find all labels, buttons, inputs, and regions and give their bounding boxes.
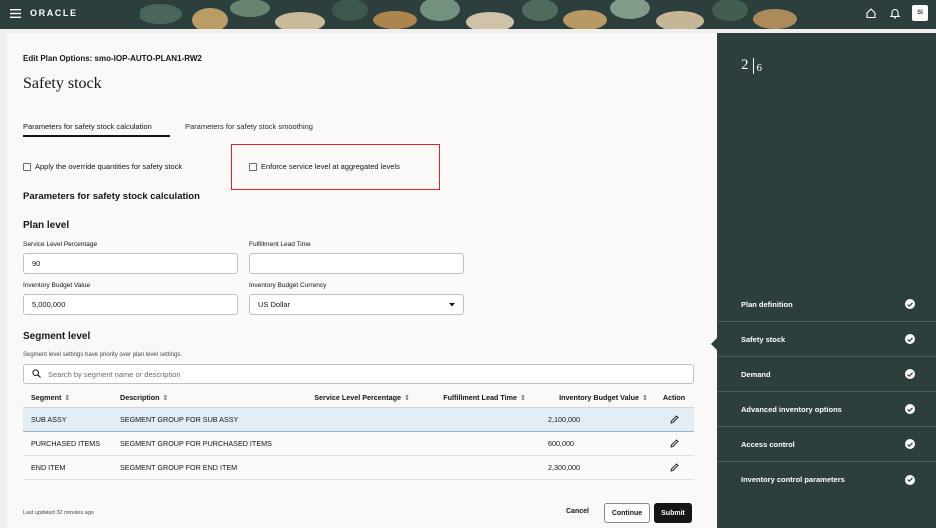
- column-header-service-level[interactable]: Service Level Percentage ⇕: [289, 393, 414, 402]
- table-header: Segment ⇕ Description ⇕ Service Level Perc…: [23, 388, 694, 408]
- segment-search-input[interactable]: Search by segment name or description: [23, 364, 694, 384]
- train-stop-access-control[interactable]: Access control: [717, 427, 936, 462]
- service-level-input[interactable]: 90: [23, 253, 238, 274]
- cell-description: SEGMENT GROUP FOR PURCHASED ITEMS: [120, 439, 272, 448]
- table-row[interactable]: PURCHASED ITEMS SEGMENT GROUP FOR PURCHA…: [23, 432, 694, 456]
- train-stop-advanced-inventory[interactable]: Advanced inventory options: [717, 392, 936, 427]
- segment-level-note: Segment level settings have priority ove…: [23, 352, 183, 358]
- avatar[interactable]: SI: [912, 5, 928, 21]
- service-level-label: Service Level Percentage: [23, 241, 98, 248]
- edit-pencil-icon[interactable]: [654, 415, 694, 424]
- train-stop-label: Access control: [741, 439, 795, 449]
- tab-safety-stock-smoothing[interactable]: Parameters for safety stock smoothing: [185, 122, 313, 131]
- column-header-budget[interactable]: Inventory Budget Value ⇕: [532, 393, 654, 402]
- step-indicator: 2 6: [741, 57, 762, 74]
- page-title: Safety stock: [23, 75, 102, 92]
- total-steps-number: 6: [756, 62, 763, 74]
- budget-currency-select[interactable]: US Dollar: [249, 294, 464, 315]
- caret-down-icon: [449, 300, 455, 309]
- override-quantities-checkbox[interactable]: Apply the override quantities for safety…: [23, 162, 182, 171]
- train-stop-label: Plan definition: [741, 299, 793, 309]
- cell-budget: 600,000: [548, 439, 574, 448]
- column-header-description[interactable]: Description ⇕: [113, 393, 289, 402]
- service-level-value: 90: [32, 259, 41, 268]
- fulfillment-lead-time-input[interactable]: [249, 253, 464, 274]
- check-circle-icon: [905, 404, 915, 414]
- train-stop-label: Demand: [741, 369, 771, 379]
- oracle-logo[interactable]: ORACLE: [30, 8, 78, 18]
- last-updated-text: Last updated 32 minutes ago: [23, 510, 94, 516]
- column-header-lead-time[interactable]: Fulfillment Lead Time ⇕: [414, 393, 532, 402]
- cell-budget: 2,100,000: [548, 415, 580, 424]
- check-circle-icon: [905, 369, 915, 379]
- train-stop-label: Advanced inventory options: [741, 404, 842, 414]
- cancel-button[interactable]: Cancel: [562, 506, 593, 517]
- step-separator: [752, 58, 754, 74]
- checkbox-label: Apply the override quantities for safety…: [35, 162, 183, 171]
- search-icon: [32, 368, 41, 380]
- submit-button[interactable]: Submit: [654, 503, 692, 523]
- cell-budget: 2,300,000: [548, 463, 580, 472]
- sort-icon: ⇕: [162, 393, 169, 402]
- train-stop-inventory-control[interactable]: Inventory control parameters: [717, 462, 936, 497]
- current-step-number: 2: [741, 57, 749, 73]
- budget-value: 5,000,000: [32, 300, 66, 309]
- section-title: Parameters for safety stock calculation: [23, 191, 200, 202]
- tab-selected-indicator: [23, 135, 170, 137]
- sort-icon: ⇕: [641, 393, 648, 402]
- table-row[interactable]: SUB ASSY SEGMENT GROUP FOR SUB ASSY 2,10…: [23, 408, 694, 432]
- sort-icon: ⇕: [64, 393, 71, 402]
- edit-plan-title: Edit Plan Options: smo-IOP-AUTO-PLAN1-RW…: [23, 54, 202, 63]
- sort-icon: ⇕: [403, 393, 410, 402]
- check-circle-icon: [905, 299, 915, 309]
- guided-process-train: 2 6 Plan definition Safety stock Demand …: [711, 33, 936, 528]
- checkbox-box[interactable]: [249, 162, 257, 171]
- search-placeholder: Search by segment name or description: [48, 369, 181, 379]
- segment-table: Segment ⇕ Description ⇕ Service Level Perc…: [23, 388, 694, 480]
- checkbox-label: Enforce service level at aggregated leve…: [261, 162, 400, 171]
- check-circle-icon: [905, 439, 915, 449]
- edit-pencil-icon[interactable]: [654, 463, 694, 472]
- train-stop-demand[interactable]: Demand: [717, 357, 936, 392]
- cell-segment: PURCHASED ITEMS: [31, 439, 101, 448]
- header-decorative-pattern: [140, 0, 800, 29]
- check-circle-icon: [905, 334, 915, 344]
- enforce-service-level-checkbox[interactable]: Enforce service level at aggregated leve…: [249, 162, 400, 171]
- hamburger-icon[interactable]: [8, 6, 22, 20]
- budget-value-input[interactable]: 5,000,000: [23, 294, 238, 315]
- home-icon[interactable]: [864, 6, 878, 20]
- checkbox-box[interactable]: [23, 162, 31, 171]
- budget-currency-value: US Dollar: [258, 300, 291, 309]
- plan-level-heading: Plan level: [23, 220, 70, 231]
- fulfillment-lead-time-label: Fulfillment Lead Time: [249, 241, 311, 248]
- train-stop-safety-stock[interactable]: Safety stock: [717, 322, 936, 357]
- tab-safety-stock-calculation[interactable]: Parameters for safety stock calculation: [23, 122, 152, 131]
- sort-icon: ⇕: [519, 393, 526, 402]
- check-circle-icon: [905, 474, 915, 485]
- budget-currency-label: Inventory Budget Currency: [249, 282, 327, 289]
- cell-segment: END ITEM: [31, 463, 66, 472]
- continue-button[interactable]: Continue: [604, 503, 650, 523]
- column-header-segment[interactable]: Segment ⇕: [23, 393, 113, 402]
- segment-level-heading: Segment level: [23, 331, 91, 342]
- cell-description: SEGMENT GROUP FOR END ITEM: [120, 463, 238, 472]
- cell-segment: SUB ASSY: [31, 415, 67, 424]
- train-stop-label: Safety stock: [741, 334, 786, 344]
- edit-pencil-icon[interactable]: [654, 439, 694, 448]
- column-header-action: Action: [662, 393, 686, 402]
- top-bar: ORACLE SI: [0, 0, 936, 29]
- train-stop-plan-definition[interactable]: Plan definition: [717, 287, 936, 322]
- cell-description: SEGMENT GROUP FOR SUB ASSY: [120, 415, 239, 424]
- train-stop-label: Inventory control parameters: [741, 475, 845, 484]
- bell-icon[interactable]: [888, 6, 902, 20]
- budget-value-label: Inventory Budget Value: [23, 282, 91, 289]
- table-row[interactable]: END ITEM SEGMENT GROUP FOR END ITEM 2,30…: [23, 456, 694, 480]
- main-panel: Edit Plan Options: smo-IOP-AUTO-PLAN1-RW…: [7, 33, 717, 528]
